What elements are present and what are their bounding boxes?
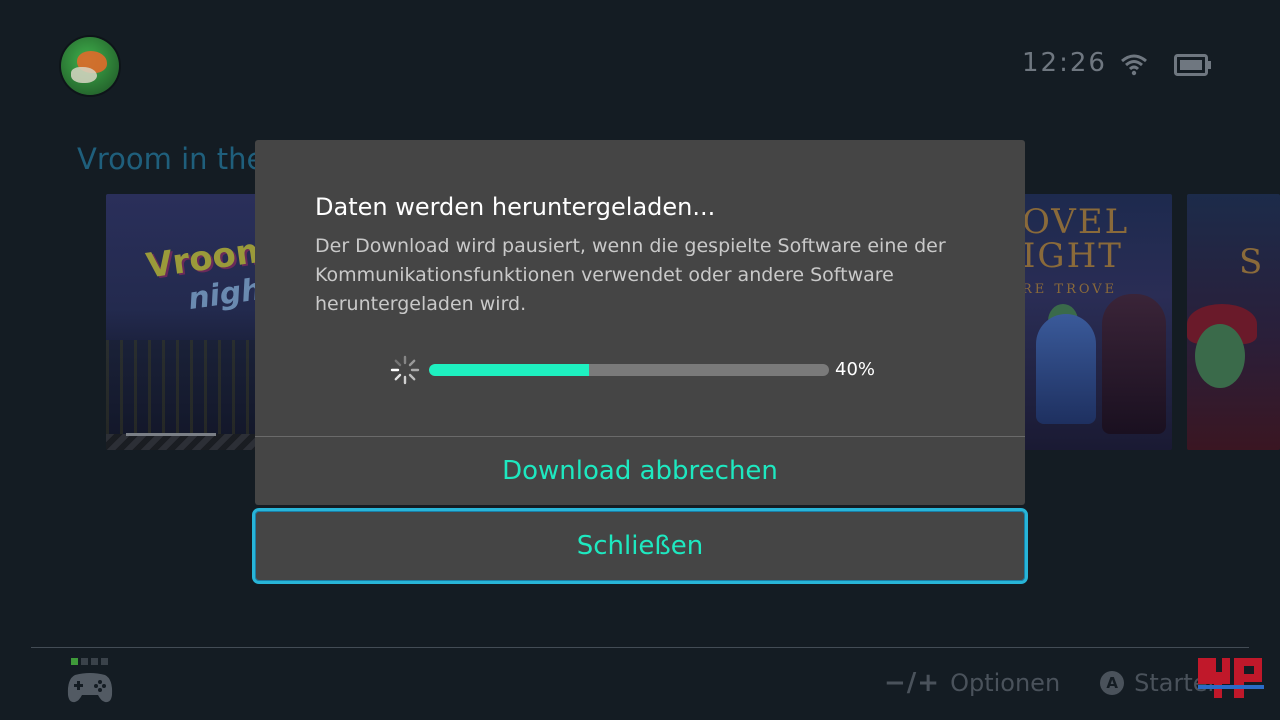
clock-time: 12:26 (1022, 48, 1107, 78)
dialog-message: Der Download wird pausiert, wenn die ges… (315, 235, 946, 315)
battery-icon (1174, 54, 1211, 76)
cancel-download-button[interactable]: Download abbrechen (255, 437, 1025, 505)
tile-logo-text: RE TROVE (1022, 282, 1118, 297)
options-hint[interactable]: Optionen (950, 669, 1060, 697)
tile-download-progress (126, 433, 216, 436)
selected-game-title: Vroom in the (77, 142, 265, 176)
tile-logo-text: IGHT (1022, 236, 1123, 276)
footer-divider (31, 647, 1249, 648)
a-button-icon: A (1100, 671, 1125, 695)
player-indicator (71, 658, 108, 665)
plus-minus-icon: −/+ (884, 668, 941, 698)
game-tile-third[interactable]: S (1187, 194, 1280, 450)
4players-logo-icon (1198, 658, 1264, 698)
game-tile-shovel-knight[interactable]: OVEL IGHT RE TROVE (1022, 194, 1172, 450)
download-progress-percent: 40% (835, 359, 876, 380)
user-avatar[interactable] (61, 37, 119, 95)
loading-spinner-icon (390, 355, 420, 385)
wifi-icon (1121, 54, 1147, 76)
footer-hints: −/+ Optionen A Starten (884, 668, 1223, 698)
download-progress-bar (429, 364, 829, 376)
tile-logo-text: S (1239, 242, 1263, 282)
dialog-title: Daten werden heruntergeladen... (315, 193, 716, 221)
switch-home-screen: 12:26 Vroom in the Vroom night OVEL IGHT… (0, 0, 1280, 720)
download-progress-fill (429, 364, 589, 376)
close-button[interactable]: Schließen (252, 508, 1028, 584)
game-tile-vroom[interactable]: Vroom night (106, 194, 266, 450)
controller-icon[interactable] (67, 669, 113, 705)
download-dialog: Daten werden heruntergeladen... Der Down… (255, 140, 1025, 505)
